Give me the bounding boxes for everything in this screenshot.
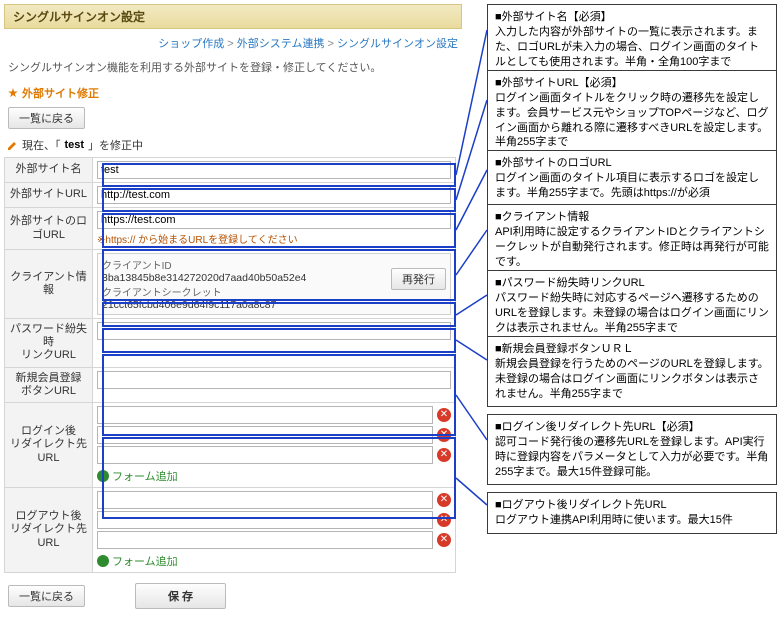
annotation: ■パスワード紛失時リンクURLパスワード紛失時に対応するページへ遷移するためのU…: [487, 270, 777, 341]
add-form-button[interactable]: フォーム追加: [97, 553, 451, 569]
editing-indicator: 現在、「test」を修正中: [8, 137, 458, 153]
annotation: ■クライアント情報API利用時に設定するクライアントIDとクライアントシークレッ…: [487, 204, 777, 275]
label-site-name: 外部サイト名: [5, 158, 93, 183]
annotation: ■外部サイトのロゴURLログイン画面のタイトル項目に表示するロゴを設定します。半…: [487, 150, 777, 207]
annotation: ■外部サイトURL【必須】ログイン画面タイトルをクリック時の遷移先を設定します。…: [487, 70, 777, 156]
remove-icon[interactable]: ✕: [437, 408, 451, 422]
back-to-list-button-bottom[interactable]: 一覧に戻る: [8, 585, 85, 607]
logout-redirect-input[interactable]: [97, 531, 433, 549]
annotation: ■外部サイト名【必須】入力した内容が外部サイトの一覧に表示されます。また、ロゴU…: [487, 4, 777, 75]
intro-text: シングルサインオン機能を利用する外部サイトを登録・修正してください。: [4, 55, 462, 85]
breadcrumb-shop[interactable]: ショップ作成: [158, 38, 224, 50]
editing-target: test: [65, 139, 85, 151]
settings-form: 外部サイト名 外部サイトURL 外部サイトのロゴURL ※https:// から…: [4, 157, 456, 573]
label-logo-url: 外部サイトのロゴURL: [5, 208, 93, 250]
login-redirect-input[interactable]: [97, 406, 433, 424]
save-button[interactable]: 保 存: [135, 583, 226, 609]
reissue-button[interactable]: 再発行: [391, 268, 446, 290]
label-client-info: クライアント情報: [5, 250, 93, 319]
breadcrumb-current: シングルサインオン設定: [337, 38, 458, 50]
client-info-box: クライアントID 3ba13845b8e314272020d7aad40b50a…: [97, 253, 451, 315]
annotation: ■ログアウト後リダイレクト先URLログアウト連携API利用時に使います。最大15…: [487, 492, 777, 534]
add-form-button[interactable]: フォーム追加: [97, 468, 451, 484]
annotation: ■ログイン後リダイレクト先URL【必須】認可コード発行後の遷移先URLを登録しま…: [487, 414, 777, 485]
back-to-list-button[interactable]: 一覧に戻る: [8, 107, 85, 129]
label-login-redirect: ログイン後 リダイレクト先URL: [5, 402, 93, 487]
logout-redirect-input[interactable]: [97, 511, 433, 529]
label-pwlost-url: パスワード紛失時 リンクURL: [5, 319, 93, 368]
login-redirect-input[interactable]: [97, 446, 433, 464]
logo-url-input[interactable]: [97, 211, 451, 229]
newmember-url-input[interactable]: [97, 371, 451, 389]
remove-icon[interactable]: ✕: [437, 448, 451, 462]
remove-icon[interactable]: ✕: [437, 428, 451, 442]
logo-url-hint: ※https:// から始まるURLを登録してください: [97, 231, 451, 246]
breadcrumb-ext[interactable]: 外部システム連携: [237, 38, 325, 50]
pwlost-url-input[interactable]: [97, 322, 451, 340]
label-newmember-url: 新規会員登録 ボタンURL: [5, 367, 93, 402]
page-title: シングルサインオン設定: [4, 4, 462, 29]
remove-icon[interactable]: ✕: [437, 493, 451, 507]
label-site-url: 外部サイトURL: [5, 183, 93, 208]
annotation: ■新規会員登録ボタンＵＲＬ新規会員登録を行うためのページのURLを登録します。未…: [487, 336, 777, 407]
client-secret-value: 21cct65fcbd406e9d64f9c117a0a8c87: [102, 299, 446, 311]
remove-icon[interactable]: ✕: [437, 533, 451, 547]
site-url-input[interactable]: [97, 186, 451, 204]
label-logout-redirect: ログアウト後 リダイレクト先URL: [5, 487, 93, 572]
section-edit-title: 外部サイト修正: [8, 85, 458, 101]
site-name-input[interactable]: [97, 161, 451, 179]
logout-redirect-input[interactable]: [97, 491, 433, 509]
login-redirect-input[interactable]: [97, 426, 433, 444]
breadcrumb: ショップ作成 > 外部システム連携 > シングルサインオン設定: [4, 29, 462, 55]
